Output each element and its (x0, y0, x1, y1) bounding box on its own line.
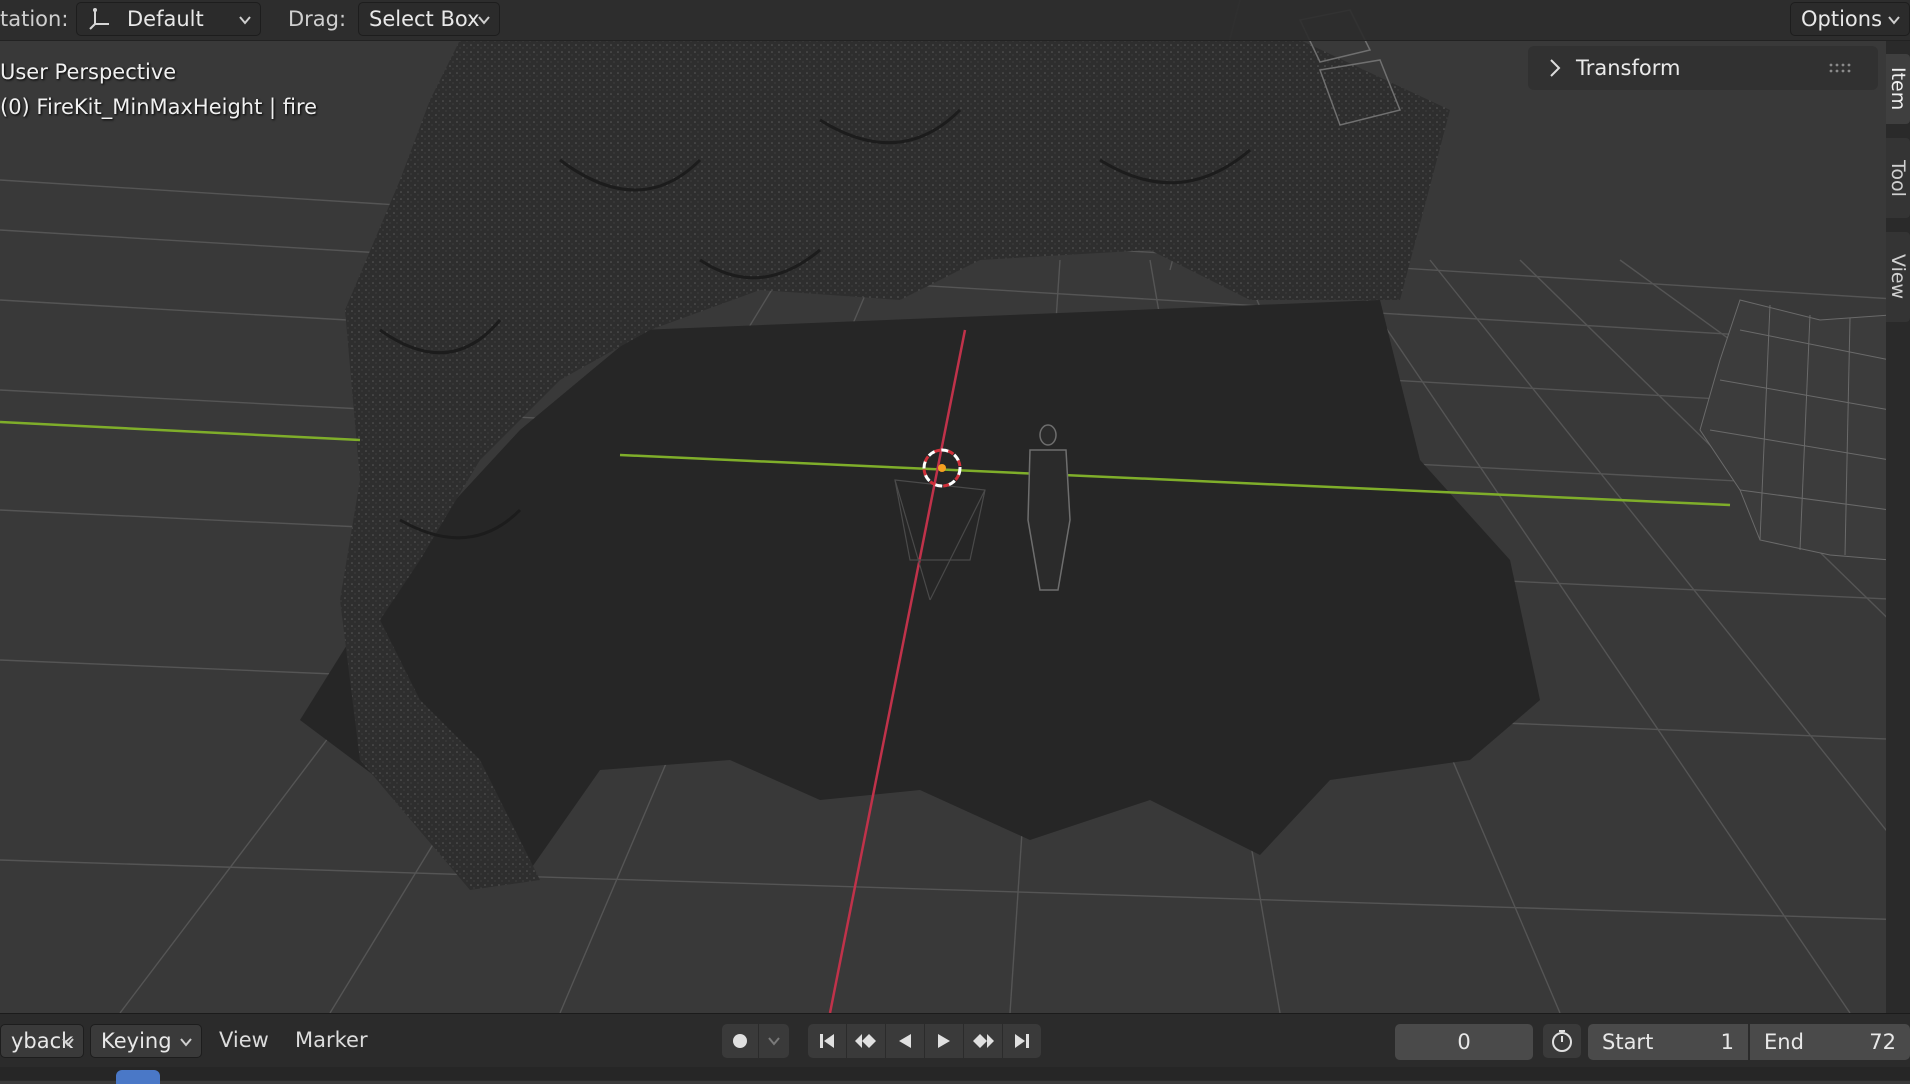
play-reverse-button[interactable] (886, 1024, 924, 1058)
options-label: Options (1801, 7, 1883, 31)
current-frame-field[interactable]: 0 (1395, 1024, 1533, 1060)
options-dropdown[interactable]: Options (1790, 2, 1910, 36)
chevron-down-icon (1888, 16, 1900, 25)
chevron-right-icon (1550, 59, 1561, 77)
3d-viewport[interactable]: User Perspective (0) FireKit_MinMaxHeigh… (0, 0, 1910, 1013)
gizmo-orientation-icon (89, 8, 109, 30)
stopwatch-icon (1552, 1030, 1572, 1052)
jump-start-button[interactable] (808, 1024, 846, 1058)
drag-value: Select Box (369, 7, 480, 31)
tab-tool[interactable]: Tool (1886, 138, 1910, 218)
orientation-value: Default (127, 7, 204, 31)
chevron-down-icon (768, 1037, 780, 1046)
drag-dropdown[interactable]: Select Box (358, 2, 500, 36)
play-reverse-icon (899, 1034, 911, 1048)
end-frame-field[interactable]: End 72 (1750, 1024, 1910, 1060)
transform-panel-title: Transform (1576, 56, 1681, 80)
end-frame-value: 72 (1869, 1030, 1896, 1054)
record-icon (733, 1034, 747, 1048)
scene-render (0, 0, 1910, 1013)
end-frame-label: End (1764, 1030, 1804, 1054)
playback-menu[interactable]: yback (0, 1024, 84, 1058)
jump-start-icon (820, 1034, 834, 1048)
perspective-label: User Perspective (0, 60, 177, 84)
chevron-down-icon (478, 16, 490, 25)
tab-item[interactable]: Item (1886, 54, 1910, 124)
next-keyframe-icon (973, 1034, 994, 1048)
transform-panel-header[interactable]: Transform (1528, 46, 1878, 90)
jump-end-icon (1015, 1034, 1029, 1048)
keying-menu-label: Keying (101, 1029, 172, 1053)
start-frame-value: 1 (1720, 1030, 1734, 1054)
record-options-button[interactable] (759, 1024, 789, 1058)
timeline-ruler[interactable] (0, 1067, 1910, 1080)
current-frame-value: 0 (1457, 1030, 1471, 1054)
chevron-down-icon (180, 1038, 192, 1047)
next-keyframe-button[interactable] (964, 1024, 1002, 1058)
view-menu[interactable]: View (219, 1028, 269, 1052)
orientation-dropdown[interactable]: Default (76, 2, 261, 36)
prev-keyframe-icon (855, 1034, 876, 1048)
playhead[interactable] (116, 1070, 160, 1084)
chevron-down-icon (62, 1038, 74, 1047)
marker-menu[interactable]: Marker (295, 1028, 368, 1052)
use-preview-range-button[interactable] (1543, 1024, 1581, 1058)
play-button[interactable] (925, 1024, 963, 1058)
chevron-down-icon (239, 16, 251, 25)
prev-keyframe-button[interactable] (847, 1024, 885, 1058)
active-object-label: (0) FireKit_MinMaxHeight | fire (0, 95, 318, 119)
drag-label: Drag: (288, 7, 347, 31)
keying-menu[interactable]: Keying (90, 1024, 202, 1058)
viewport-header: tation: Default Drag: Select Box Options (0, 0, 1910, 41)
start-frame-field[interactable]: Start 1 (1588, 1024, 1748, 1060)
tab-view[interactable]: View (1886, 232, 1910, 322)
jump-end-button[interactable] (1003, 1024, 1041, 1058)
play-icon (938, 1034, 950, 1048)
record-button[interactable] (722, 1024, 758, 1058)
start-frame-label: Start (1602, 1030, 1654, 1054)
drag-handle-icon[interactable] (1828, 62, 1852, 74)
orientation-label: tation: (0, 7, 69, 31)
sidebar-tabs: Item Tool View (1886, 40, 1910, 1013)
